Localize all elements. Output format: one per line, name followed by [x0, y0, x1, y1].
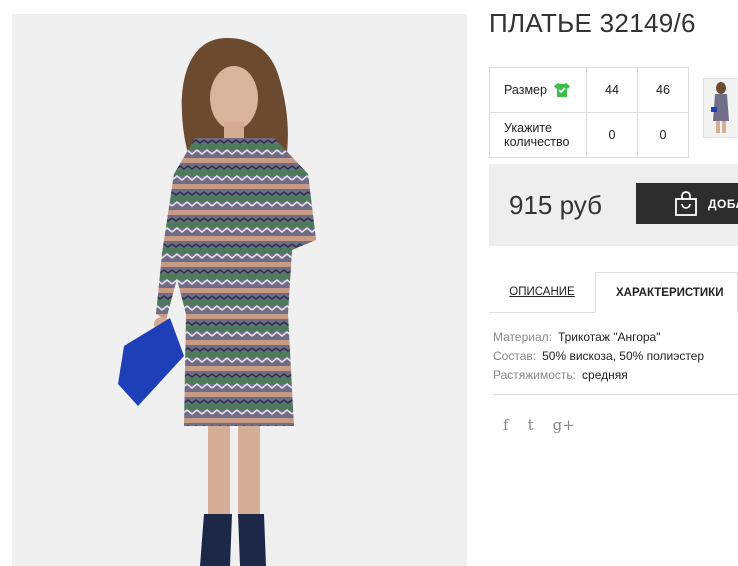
divider: [493, 394, 738, 395]
quantity-input-44[interactable]: 0: [586, 112, 638, 158]
thumbnail-image: [711, 82, 729, 133]
size-option-44[interactable]: 44: [586, 67, 638, 113]
spec-row-stretch: Растяжимость: средняя: [493, 366, 704, 385]
shirt-check-icon[interactable]: [553, 82, 571, 98]
quantity-input-46[interactable]: 0: [637, 112, 689, 158]
spec-value: Трикотаж "Ангора": [557, 330, 661, 344]
add-to-cart-label: ДОБАВИТЬ В КОРЗИНУ: [708, 196, 738, 211]
size-row: Размер 44 46: [489, 67, 689, 113]
size-option-46[interactable]: 46: [637, 67, 689, 113]
spec-value: средняя: [582, 368, 628, 382]
spec-key: Растяжимость:: [493, 368, 577, 382]
quantity-label: Укажите количество: [489, 112, 587, 158]
product-price: 915 руб: [509, 190, 602, 220]
tab-description[interactable]: ОПИСАНИЕ: [489, 272, 595, 312]
size-label: Размер: [504, 83, 547, 97]
tab-characteristics[interactable]: ХАРАКТЕРИСТИКИ: [595, 272, 738, 313]
size-quantity-table: Размер 44 46 Укажите количество 0 0: [489, 67, 689, 158]
social-share: f t g+: [503, 416, 575, 434]
spec-row-material: Материал: Трикотаж "Ангора": [493, 328, 704, 347]
product-title: ПЛАТЬЕ 32149/6: [489, 8, 696, 38]
spec-row-composition: Состав: 50% вискоза, 50% полиэстер: [493, 347, 704, 366]
spec-key: Материал:: [493, 330, 552, 344]
twitter-icon[interactable]: t: [528, 416, 534, 434]
add-to-cart-button[interactable]: ДОБАВИТЬ В КОРЗИНУ: [636, 183, 738, 224]
characteristics-list: Материал: Трикотаж "Ангора" Состав: 50% ви…: [493, 328, 704, 385]
facebook-icon[interactable]: f: [503, 416, 509, 434]
product-thumbnail[interactable]: [703, 78, 738, 138]
product-main-image[interactable]: [12, 14, 467, 566]
purchase-panel: 915 руб ДОБАВИТЬ В КОРЗИНУ: [489, 164, 738, 246]
spec-key: Состав:: [493, 349, 537, 363]
product-tabs: ОПИСАНИЕ ХАРАКТЕРИСТИКИ: [489, 272, 738, 313]
quantity-row: Укажите количество 0 0: [489, 112, 689, 158]
spec-value: 50% вискоза, 50% полиэстер: [542, 349, 705, 363]
google-plus-icon[interactable]: g+: [553, 416, 575, 434]
dress-photo-illustration: [118, 38, 316, 566]
shopping-bag-icon: [675, 190, 697, 216]
size-label-cell: Размер: [489, 67, 587, 113]
